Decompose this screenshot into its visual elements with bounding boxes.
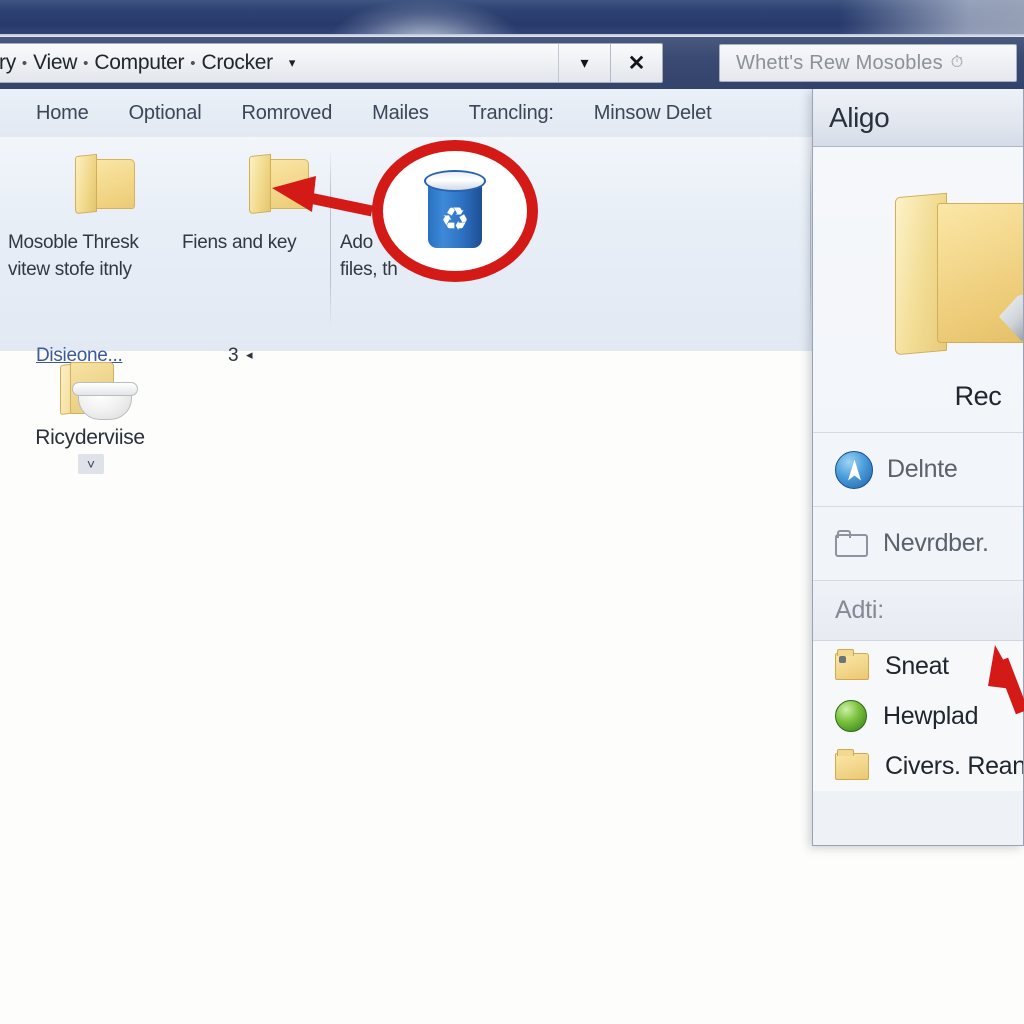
panel-item-list: Sneat Hewplad Civers. Reangl	[813, 640, 1023, 791]
folder-icon	[57, 145, 135, 223]
ribbon-group-1[interactable]: Fiens and key	[182, 145, 358, 256]
globe-icon	[835, 700, 867, 732]
breadcrumb-separator: •	[190, 54, 196, 72]
tab-home[interactable]: Home	[0, 102, 109, 125]
recycle-bin-folder-icon	[54, 362, 138, 424]
titlebar-glow-left	[330, 0, 520, 37]
tab-romroved[interactable]: Romroved	[221, 102, 352, 125]
breadcrumb-item-3[interactable]: Crocker	[197, 51, 276, 75]
search-icon: ⏱	[950, 54, 964, 71]
folder-icon	[231, 145, 309, 223]
folder-icon	[835, 748, 869, 780]
breadcrumb-separator: •	[21, 54, 28, 72]
navigation-strip: ry • View • Computer • Crocker ▾ ▾ ✕ Whe…	[0, 37, 1024, 89]
chevron-left-icon[interactable]: ◂	[246, 347, 253, 363]
address-bar[interactable]: ry • View • Computer • Crocker ▾ ▾ ✕	[0, 43, 663, 83]
chevron-down-icon[interactable]: ˅	[78, 454, 104, 474]
address-history-dropdown-icon[interactable]: ▾	[558, 44, 610, 82]
panel-action-delete[interactable]: Delnte	[813, 432, 1023, 506]
list-item-label: Hewplad	[883, 701, 979, 730]
ribbon-group-0[interactable]: Mosoble Thresk vitew stofe itnly	[8, 145, 184, 283]
new-folder-icon	[835, 529, 869, 558]
panel-title: Aligo	[829, 101, 890, 133]
ribbon-group-2[interactable]: Ado files, th	[340, 145, 516, 283]
list-item[interactable]: Hewplad	[813, 691, 1023, 741]
panel-section-header: Adti:	[813, 580, 1023, 640]
folder-icon	[835, 648, 869, 680]
folder-icon	[389, 145, 467, 223]
side-panel: Aligo Rec Delnte Nevrdber. Adti: Sneat H…	[812, 89, 1024, 846]
titlebar-glow-right	[840, 0, 1024, 37]
search-input[interactable]: Whett's Rew Mosobles ⏱	[719, 44, 1017, 82]
panel-action-new-folder-label: Nevrdber.	[883, 529, 989, 557]
breadcrumb-item-0[interactable]: ry	[0, 51, 20, 75]
tab-minsow-delet[interactable]: Minsow Delet	[574, 102, 732, 125]
close-icon[interactable]: ✕	[610, 44, 662, 82]
panel-hero-label: Rec	[954, 381, 1002, 411]
list-item[interactable]: Sneat	[813, 641, 1023, 691]
panel-section-label: Adti:	[835, 596, 885, 624]
ribbon-group-2-caption: Ado files, th	[340, 232, 398, 280]
breadcrumb-item-2[interactable]: Computer	[90, 51, 188, 75]
ribbon-footer-count: 3	[228, 345, 239, 366]
folder-with-pen-icon	[895, 192, 1023, 360]
tab-mailes[interactable]: Mailes	[352, 102, 449, 125]
breadcrumb[interactable]: ry • View • Computer • Crocker ▾	[0, 51, 558, 75]
list-item-label: Civers. Reangl	[885, 751, 1023, 780]
chevron-down-icon[interactable]: ▾	[277, 55, 302, 71]
breadcrumb-separator: •	[83, 54, 89, 72]
ribbon-group-0-caption: Mosoble Thresk vitew stofe itnly	[8, 232, 139, 280]
tab-optional[interactable]: Optional	[109, 102, 222, 125]
search-placeholder-text: Whett's Rew Mosobles	[736, 51, 943, 74]
tab-trancling[interactable]: Trancling:	[449, 102, 574, 125]
list-item-label: Ricyderviise	[35, 426, 145, 449]
list-item[interactable]: Civers. Reangl	[813, 741, 1023, 791]
delete-icon	[835, 450, 873, 489]
panel-header: Aligo	[813, 89, 1023, 147]
ribbon-group-divider	[810, 149, 811, 327]
breadcrumb-item-1[interactable]: View	[29, 51, 81, 75]
ribbon-group-1-caption: Fiens and key	[182, 232, 297, 253]
window-title-bar	[0, 0, 1024, 37]
panel-action-new-folder[interactable]: Nevrdber.	[813, 506, 1023, 580]
list-item-label: Sneat	[885, 651, 949, 680]
panel-hero: Rec	[813, 147, 1023, 432]
ribbon-group-divider	[330, 149, 331, 327]
panel-action-delete-label: Delnte	[887, 455, 958, 483]
